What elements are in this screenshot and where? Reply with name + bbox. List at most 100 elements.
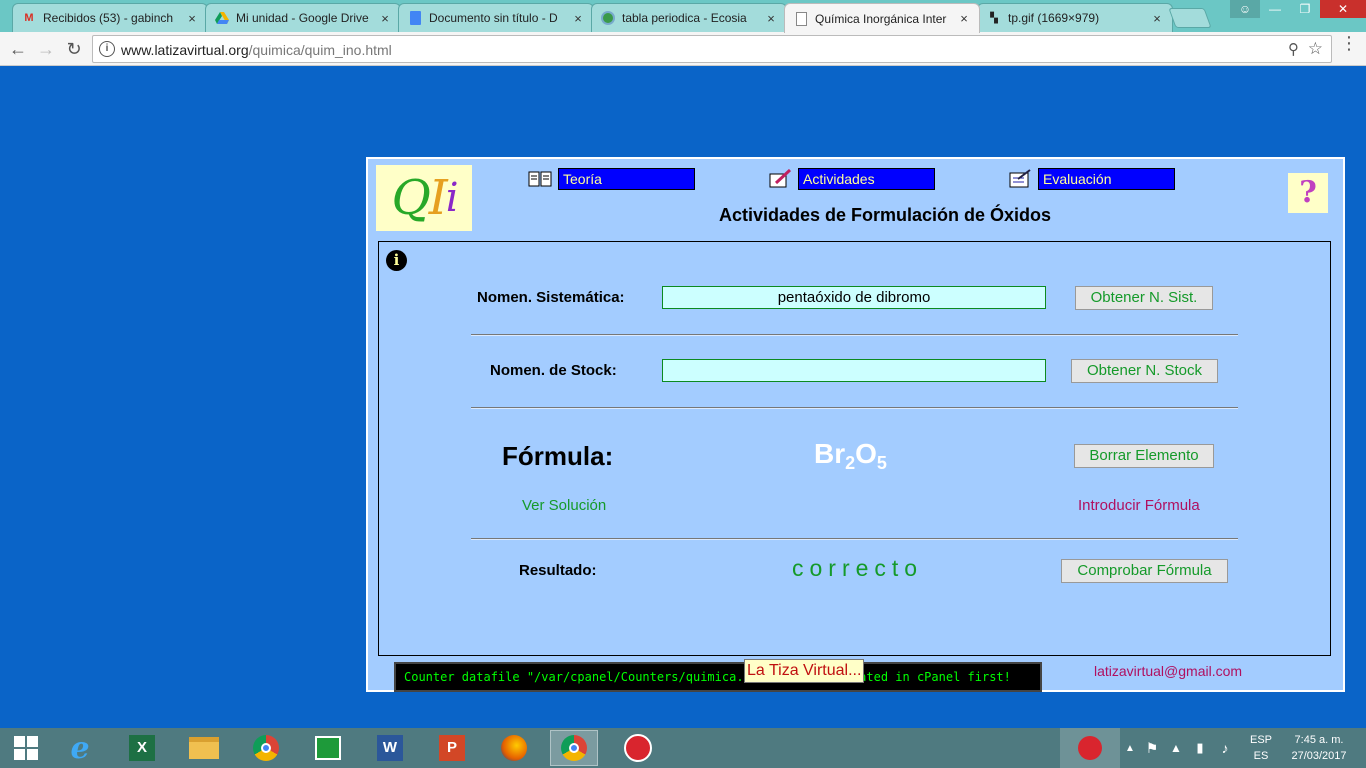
nav-label[interactable]: Actividades — [798, 168, 935, 190]
nav-teoria[interactable]: Teoría — [528, 168, 695, 190]
formula-display: Br2O5 — [814, 438, 887, 474]
tab-label: Química Inorgánica Inter — [815, 11, 947, 26]
obtener-stock-button[interactable]: Obtener N. Stock — [1071, 359, 1218, 383]
nav-label[interactable]: Teoría — [558, 168, 695, 190]
windows-taskbar: e X W P ▲ ⚑ ▲ ▮ ♪ ESP ES 7:45 a. m. 27/0… — [0, 728, 1366, 768]
tab-docs[interactable]: Documento sin título - D × — [398, 3, 594, 32]
url-path: /quimica/quim_ino.html — [248, 42, 392, 58]
borrar-elemento-button[interactable]: Borrar Elemento — [1074, 444, 1214, 468]
clock-time: 7:45 a. m. — [1294, 734, 1344, 746]
close-icon[interactable]: × — [957, 11, 971, 26]
info-icon[interactable]: i — [386, 250, 407, 271]
tab-label: tabla periodica - Ecosia — [622, 11, 747, 25]
introducir-formula-link[interactable]: Introducir Fórmula — [1078, 497, 1200, 514]
comprobar-formula-button[interactable]: Comprobar Fórmula — [1061, 559, 1228, 583]
reload-icon[interactable]: ↻ — [62, 37, 86, 61]
word-icon[interactable]: W — [366, 730, 414, 766]
chevron-up-icon[interactable]: ▲ — [1122, 728, 1138, 768]
nav-label[interactable]: Evaluación — [1038, 168, 1175, 190]
browser-tabstrip: M Recibidos (53) - gabinch × Mi unidad -… — [0, 0, 1366, 33]
formula-element: O — [855, 438, 877, 469]
windows-start-icon[interactable] — [2, 730, 50, 766]
divider — [471, 334, 1238, 336]
formula-element: Br — [814, 438, 846, 469]
chrome-icon[interactable] — [242, 730, 290, 766]
signal-icon[interactable]: ▲ — [1166, 728, 1186, 768]
close-icon[interactable]: × — [571, 11, 585, 26]
page-title: Actividades de Formulación de Óxidos — [718, 205, 1052, 225]
bookmark-star-icon[interactable]: ☆ — [1308, 39, 1323, 59]
language-code: ESP — [1249, 734, 1272, 746]
firefox-icon[interactable] — [490, 730, 538, 766]
address-bar[interactable]: i www.latizavirtual.org/quimica/quim_ino… — [92, 35, 1332, 63]
tab-image[interactable]: ▚ tp.gif (1669×979) × — [977, 3, 1173, 32]
stock-input[interactable] — [662, 359, 1046, 382]
tab-label: Mi unidad - Google Drive — [236, 11, 369, 25]
main-panel: QIi Teoría Actividades Evaluación ? Acti… — [366, 157, 1345, 692]
nav-evaluacion[interactable]: Evaluación — [1008, 168, 1175, 190]
flag-icon[interactable]: ⚑ — [1142, 728, 1162, 768]
gmail-icon: M — [24, 12, 34, 24]
nav-actividades[interactable]: Actividades — [768, 168, 935, 190]
tab-label: tp.gif (1669×979) — [1008, 11, 1100, 25]
counter-error-bar: Counter datafile "/var/cpanel/Counters/q… — [394, 662, 1042, 692]
file-explorer-icon[interactable] — [180, 730, 228, 766]
book-icon — [528, 170, 552, 188]
url-host: www.latizavirtual.org — [121, 42, 249, 58]
contact-email-link[interactable]: latizavirtual@gmail.com — [1094, 663, 1242, 679]
back-icon[interactable]: ← — [6, 37, 30, 61]
new-tab-button[interactable] — [1168, 8, 1212, 28]
restore-icon[interactable]: ❐ — [1290, 0, 1320, 18]
language-indicator[interactable]: ESP ES — [1246, 728, 1276, 768]
divider — [471, 407, 1238, 409]
tab-drive[interactable]: Mi unidad - Google Drive × — [205, 3, 401, 32]
tab-ecosia[interactable]: tabla periodica - Ecosia × — [591, 3, 787, 32]
battery-icon[interactable]: ▮ — [1190, 728, 1210, 768]
ie-icon[interactable]: e — [56, 730, 104, 766]
keyboard-code: ES — [1253, 750, 1269, 762]
tab-quimica[interactable]: Química Inorgánica Inter × — [784, 3, 980, 33]
zoom-icon[interactable]: ⚲ — [1288, 40, 1299, 58]
tray-app-icon[interactable] — [1060, 728, 1120, 768]
chrome-active-icon[interactable] — [550, 730, 598, 766]
url-text[interactable]: www.latizavirtual.org/quimica/quim_ino.h… — [121, 42, 392, 58]
user-icon[interactable]: ☺ — [1230, 0, 1260, 18]
tab-label: Recibidos (53) - gabinch — [43, 11, 174, 25]
ecosia-icon — [600, 10, 616, 26]
pencil-paper-icon — [768, 169, 792, 188]
formula-subscript: 5 — [876, 453, 887, 473]
minimize-icon[interactable]: — — [1260, 0, 1290, 18]
chrome-menu-icon[interactable]: ⋮ — [1340, 34, 1358, 52]
page-icon — [793, 11, 809, 27]
store-icon[interactable] — [304, 730, 352, 766]
excel-icon[interactable]: X — [118, 730, 166, 766]
tooltip: La Tiza Virtual... — [744, 659, 865, 683]
activity-box: i Nomen. Sistemática: Obtener N. Sist. N… — [378, 241, 1331, 656]
checklist-icon — [1008, 169, 1032, 188]
tab-label: Documento sin título - D — [429, 11, 558, 25]
close-icon[interactable]: × — [764, 11, 778, 26]
resultado-value: correcto — [792, 555, 924, 581]
info-icon[interactable]: i — [99, 41, 115, 57]
browser-toolbar: ← → ↻ i www.latizavirtual.org/quimica/qu… — [0, 32, 1366, 66]
stock-label: Nomen. de Stock: — [490, 362, 617, 379]
obtener-sist-button[interactable]: Obtener N. Sist. — [1075, 286, 1213, 310]
ver-solucion-link[interactable]: Ver Solución — [522, 497, 606, 514]
resultado-label: Resultado: — [519, 562, 597, 579]
sistematica-label: Nomen. Sistemática: — [477, 289, 625, 306]
forward-icon[interactable]: → — [34, 37, 58, 61]
docs-icon — [407, 10, 423, 26]
formula-subscript: 2 — [845, 453, 856, 473]
divider — [471, 538, 1238, 540]
window-close-icon[interactable]: ✕ — [1320, 0, 1366, 18]
image-icon: ▚ — [990, 12, 998, 24]
app-icon[interactable] — [614, 730, 662, 766]
close-icon[interactable]: × — [1150, 11, 1164, 26]
powerpoint-icon[interactable]: P — [428, 730, 476, 766]
tab-gmail[interactable]: M Recibidos (53) - gabinch × — [12, 3, 208, 32]
close-icon[interactable]: × — [378, 11, 392, 26]
clock[interactable]: 7:45 a. m. 27/03/2017 — [1284, 728, 1354, 768]
close-icon[interactable]: × — [185, 11, 199, 26]
volume-icon[interactable]: ♪ — [1212, 728, 1238, 768]
sistematica-input[interactable] — [662, 286, 1046, 309]
